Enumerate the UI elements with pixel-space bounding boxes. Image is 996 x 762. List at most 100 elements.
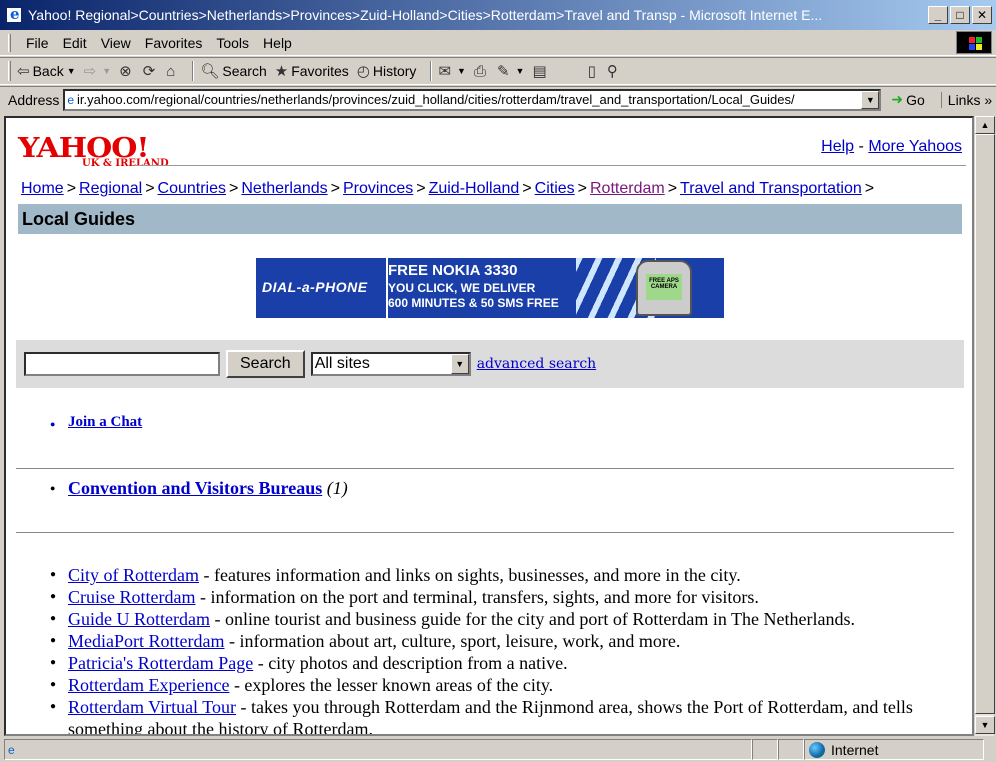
scroll-down-icon[interactable]: ▼	[975, 716, 995, 734]
site-link[interactable]: MediaPort Rotterdam	[68, 631, 224, 651]
search-input[interactable]	[24, 352, 220, 376]
history-label: History	[372, 63, 417, 79]
stop-button[interactable]: ⊗	[119, 62, 135, 80]
menu-tools[interactable]: Tools	[209, 33, 256, 53]
back-button[interactable]: ⇦ Back ▼	[17, 62, 76, 80]
close-button[interactable]: ✕	[972, 6, 992, 24]
favorites-icon: ★	[274, 63, 289, 80]
menu-view[interactable]: View	[94, 33, 138, 53]
forward-button[interactable]: ⇨ ▼	[84, 62, 112, 80]
back-dropdown-icon[interactable]: ▼	[67, 66, 76, 76]
list-item: City of Rotterdam - features information…	[50, 564, 958, 586]
list-item: Cruise Rotterdam - information on the po…	[50, 586, 958, 608]
banner-line2: YOU CLICK, WE DELIVER	[388, 281, 536, 295]
banner-brand: DIAL-a-PHONE	[262, 279, 368, 295]
back-arrow-icon: ⇦	[17, 63, 30, 80]
mail-dropdown-icon[interactable]: ▼	[457, 66, 466, 76]
advanced-search-link[interactable]: advanced search	[477, 356, 597, 372]
address-bar: Address e ir.yahoo.com/regional/countrie…	[0, 86, 996, 112]
link-separator: -	[858, 138, 869, 155]
minimize-button[interactable]: _	[928, 6, 948, 24]
address-url[interactable]: ir.yahoo.com/regional/countries/netherla…	[77, 92, 795, 107]
toolbar-grip[interactable]	[8, 61, 11, 81]
edit-icon: ✎	[496, 63, 510, 80]
status-text-panel: e	[4, 739, 752, 760]
edit-button[interactable]: ✎ ▼	[497, 62, 525, 80]
site-description: - information on the port and terminal, …	[195, 587, 759, 607]
menu-grip[interactable]	[8, 33, 11, 52]
site-link[interactable]: Rotterdam Virtual Tour	[68, 697, 236, 717]
list-item: Guide U Rotterdam - online tourist and b…	[50, 608, 958, 630]
globe-icon	[809, 741, 825, 758]
site-link[interactable]: City of Rotterdam	[68, 565, 199, 585]
search-scope-select[interactable]: All sites ▼	[310, 352, 471, 376]
research-icon: ⚲	[606, 63, 618, 80]
breadcrumb-cities[interactable]: Cities	[535, 180, 575, 197]
address-dropdown-icon[interactable]: ▼	[861, 90, 880, 109]
chevron-down-icon[interactable]: ▼	[450, 354, 469, 374]
forward-dropdown-icon[interactable]: ▼	[102, 66, 111, 76]
favorites-button[interactable]: ★ Favorites	[275, 62, 349, 80]
edit-dropdown-icon[interactable]: ▼	[516, 66, 525, 76]
site-link[interactable]: Patricia's Rotterdam Page	[68, 653, 253, 673]
advertisement-banner[interactable]: DIAL-a-PHONE FREE NOKIA 3330 YOU CLICK, …	[256, 258, 724, 318]
menu-favorites[interactable]: Favorites	[138, 33, 210, 53]
address-input[interactable]: e ir.yahoo.com/regional/countries/nether…	[63, 88, 882, 111]
site-link[interactable]: Cruise Rotterdam	[68, 587, 195, 607]
menu-edit[interactable]: Edit	[56, 33, 94, 53]
banner-line3: 600 MINUTES & 50 SMS FREE	[388, 296, 559, 310]
banner-phone-text: FREE APS CAMERA	[646, 274, 682, 300]
search-button[interactable]: 🔍︎ Search	[200, 62, 266, 80]
site-description: - explores the lesser known areas of the…	[229, 675, 554, 695]
scroll-thumb[interactable]	[975, 134, 995, 714]
category-link[interactable]: Convention and Visitors Bureaus	[68, 478, 322, 498]
vertical-scrollbar[interactable]: ▲ ▼	[974, 116, 995, 736]
site-link[interactable]: Rotterdam Experience	[68, 675, 229, 695]
research-button[interactable]: ⚲	[607, 62, 621, 80]
scroll-up-icon[interactable]: ▲	[975, 116, 995, 134]
join-chat-link[interactable]: Join a Chat	[50, 414, 142, 431]
status-panel	[752, 739, 778, 760]
links-button[interactable]: Links »	[940, 91, 992, 108]
ie-app-icon[interactable]	[6, 5, 22, 23]
breadcrumb-home[interactable]: Home	[21, 180, 64, 197]
menu-bar: File Edit View Favorites Tools Help	[0, 30, 996, 56]
section-divider	[16, 532, 954, 533]
toolbar-separator	[430, 61, 433, 81]
site-description: - information about art, culture, sport,…	[224, 631, 681, 651]
breadcrumb-netherlands[interactable]: Netherlands	[241, 180, 327, 197]
search-scope-value: All sites	[314, 355, 370, 372]
menu-help[interactable]: Help	[256, 33, 299, 53]
maximize-button[interactable]: □	[950, 6, 970, 24]
go-button[interactable]: ➜ Go	[891, 91, 924, 108]
windows-logo-icon	[956, 31, 992, 54]
history-button[interactable]: ◴ History	[357, 62, 417, 80]
breadcrumb-zuid-holland[interactable]: Zuid-Holland	[429, 180, 520, 197]
mail-button[interactable]: ✉ ▼	[438, 62, 466, 80]
home-button[interactable]: ⌂	[166, 63, 178, 80]
breadcrumb: Home > Regional > Countries > Netherlands > Prov…	[21, 180, 875, 197]
favorites-label: Favorites	[291, 63, 349, 79]
toolbar-separator	[192, 61, 195, 81]
help-link[interactable]: Help	[821, 138, 854, 155]
messenger-icon: ▯	[587, 63, 596, 80]
messenger-button[interactable]: ▯	[588, 62, 599, 80]
menu-file[interactable]: File	[19, 33, 56, 53]
print-button[interactable]: ⎙	[474, 63, 489, 80]
breadcrumb-provinces[interactable]: Provinces	[343, 180, 413, 197]
more-yahoos-link[interactable]: More Yahoos	[868, 138, 962, 155]
refresh-button[interactable]: ⟳	[143, 62, 159, 80]
discuss-button[interactable]: ▤	[532, 62, 549, 80]
breadcrumb-rotterdam[interactable]: Rotterdam	[590, 180, 665, 197]
discuss-icon: ▤	[532, 63, 547, 80]
phone-icon: FREE APS CAMERA	[636, 260, 692, 316]
category-count: (1)	[326, 478, 348, 498]
site-link[interactable]: Guide U Rotterdam	[68, 609, 210, 629]
search-submit-button[interactable]: Search	[226, 350, 305, 378]
breadcrumb-countries[interactable]: Countries	[158, 180, 226, 197]
category-item: Convention and Visitors Bureaus (1)	[50, 478, 348, 499]
breadcrumb-travel[interactable]: Travel and Transportation	[680, 180, 862, 197]
yahoo-logo[interactable]: YAHOO! UK & IRELAND	[18, 134, 169, 169]
breadcrumb-regional[interactable]: Regional	[79, 180, 142, 197]
page-title: Local Guides	[18, 204, 962, 234]
